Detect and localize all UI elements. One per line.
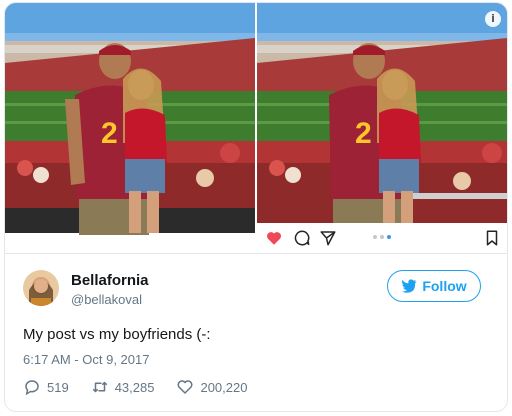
info-icon[interactable]: i bbox=[485, 11, 501, 27]
display-name[interactable]: Bellafornia bbox=[71, 272, 149, 289]
svg-text:2: 2 bbox=[355, 117, 372, 150]
photo-left[interactable]: 2 bbox=[5, 3, 255, 253]
svg-text:2: 2 bbox=[101, 117, 118, 150]
stadium-photo-left: 2 bbox=[5, 3, 255, 235]
heart-icon[interactable] bbox=[265, 229, 283, 247]
carousel-dot bbox=[380, 235, 384, 239]
like-button[interactable]: 200,220 bbox=[176, 378, 247, 396]
like-heart-icon bbox=[178, 380, 193, 394]
retweet-icon bbox=[92, 381, 107, 393]
tweet-actions: 519 43,285 200,220 bbox=[23, 378, 269, 396]
bookmark-icon[interactable] bbox=[483, 229, 501, 247]
avatar-image bbox=[23, 270, 59, 306]
tweet-card: 2 2 i Bellafornia @bellakoval Follow My … bbox=[4, 2, 508, 412]
carousel-dots bbox=[373, 235, 391, 239]
stadium-photo-right: 2 bbox=[257, 3, 507, 223]
reply-icon bbox=[25, 380, 39, 396]
share-icon[interactable] bbox=[319, 229, 337, 247]
twitter-bird-icon bbox=[401, 279, 417, 293]
tweet-body: Bellafornia @bellakoval Follow My post v… bbox=[5, 253, 507, 411]
comment-icon[interactable] bbox=[293, 229, 311, 247]
reply-count: 519 bbox=[47, 379, 69, 395]
retweet-button[interactable]: 43,285 bbox=[91, 378, 155, 396]
follow-button-label: Follow bbox=[422, 278, 467, 294]
instagram-action-bar bbox=[257, 223, 507, 253]
photo-right[interactable]: 2 i bbox=[257, 3, 507, 253]
user-handle[interactable]: @bellakoval bbox=[71, 292, 142, 307]
carousel-dot bbox=[373, 235, 377, 239]
reply-button[interactable]: 519 bbox=[23, 378, 69, 396]
carousel-dot-active bbox=[387, 235, 391, 239]
tweet-media: 2 2 i bbox=[5, 3, 507, 253]
like-count: 200,220 bbox=[200, 379, 248, 395]
avatar[interactable] bbox=[23, 270, 59, 306]
tweet-text: My post vs my boyfriends (-: bbox=[23, 326, 211, 343]
tweet-timestamp[interactable]: 6:17 AM - Oct 9, 2017 bbox=[23, 352, 149, 367]
retweet-count: 43,285 bbox=[114, 379, 155, 395]
follow-button[interactable]: Follow bbox=[387, 270, 481, 302]
